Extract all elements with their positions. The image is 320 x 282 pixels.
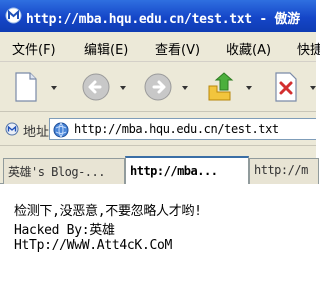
back-icon[interactable]	[82, 73, 110, 105]
tab-active-page[interactable]: http://mba...	[125, 156, 249, 185]
address-url: http://mba.hqu.edu.cn/test.txt	[74, 122, 279, 136]
forward-icon[interactable]	[144, 73, 172, 105]
address-bar: 地址 http://mba.hqu.edu.cn/test.txt	[0, 112, 316, 146]
menu-bar: 文件(F) 编辑(E) 查看(V) 收藏(A) 快捷	[0, 32, 320, 62]
page-globe-icon	[53, 122, 69, 142]
page-content: 检测下,没恶意,不要忽略人才哟! Hacked By:英雄 HtTp://WwW…	[0, 184, 316, 282]
tab-blog[interactable]: 英雄's Blog-...	[3, 158, 125, 184]
menu-edit[interactable]: 编辑(E)	[84, 39, 128, 58]
content-line-2: Hacked By:英雄	[14, 223, 115, 238]
window-title: http://mba.hqu.edu.cn/test.txt - 傲游	[26, 12, 300, 27]
menu-file[interactable]: 文件(F)	[12, 39, 56, 58]
content-line-1: 检测下,没恶意,不要忽略人才哟!	[14, 204, 202, 219]
new-page-dropdown-icon[interactable]	[51, 86, 57, 90]
stop-icon[interactable]	[274, 72, 298, 106]
menu-shortcuts[interactable]: 快捷	[297, 39, 320, 58]
home-icon[interactable]	[206, 72, 236, 106]
tab-third[interactable]: http://m	[249, 158, 319, 184]
maxthon-logo-icon	[5, 7, 22, 24]
address-input[interactable]: http://mba.hqu.edu.cn/test.txt	[49, 118, 316, 140]
new-page-icon[interactable]	[14, 72, 38, 106]
toolbar	[0, 62, 316, 112]
stop-dropdown-icon[interactable]	[310, 86, 316, 90]
back-dropdown-icon[interactable]	[120, 86, 126, 90]
menu-view[interactable]: 查看(V)	[155, 39, 200, 58]
title-bar: http://mba.hqu.edu.cn/test.txt - 傲游	[0, 0, 316, 32]
forward-dropdown-icon[interactable]	[182, 86, 188, 90]
menu-favorites[interactable]: 收藏(A)	[226, 39, 271, 58]
address-label: 地址	[23, 125, 50, 140]
tab-bar: 英雄's Blog-... http://mba... http://m	[0, 146, 319, 185]
content-line-3: HtTp://WwW.Att4cK.CoM	[14, 238, 173, 253]
home-dropdown-icon[interactable]	[246, 86, 252, 90]
address-bar-icon	[5, 121, 19, 140]
